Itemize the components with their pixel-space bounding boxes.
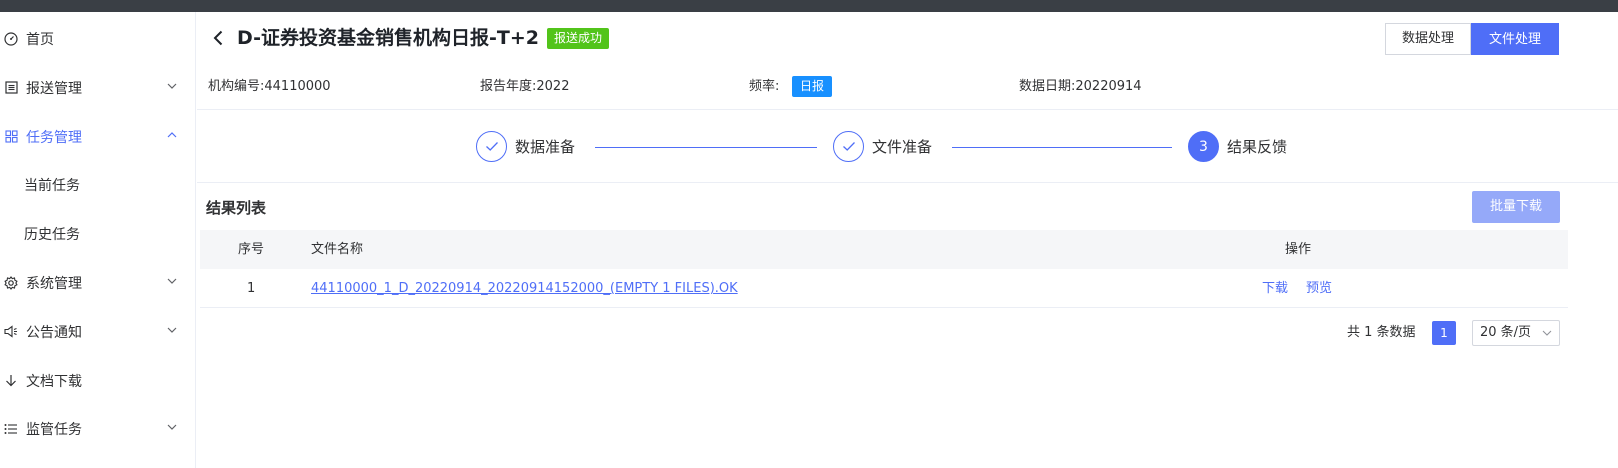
sidebar-item-report-management[interactable]: 报送管理 (0, 63, 196, 112)
chevron-up-icon (166, 129, 178, 141)
row-index: 1 (247, 281, 256, 296)
sidebar-item-current-tasks[interactable]: 当前任务 (0, 160, 196, 209)
preview-link[interactable]: 预览 (1306, 269, 1332, 308)
sidebar-item-label: 文档下载 (26, 373, 82, 390)
sidebar: 首页 报送管理 任务管理 当前任务 历史任务 系统管理 公告通知 文档下载 监管… (0, 12, 196, 468)
speaker-icon (2, 323, 20, 341)
report-year: 报告年度:2022 (480, 78, 569, 96)
step-3-number: 3 (1188, 131, 1219, 162)
sidebar-item-document-download[interactable]: 文档下载 (0, 356, 196, 405)
chevron-down-icon (1542, 328, 1552, 338)
download-arrow-icon (2, 372, 20, 390)
data-processing-button[interactable]: 数据处理 (1385, 23, 1471, 55)
table-header: 序号 文件名称 操作 (200, 230, 1568, 269)
step-1-check-icon (476, 131, 507, 162)
sidebar-item-regulatory-tasks[interactable]: 监管任务 (0, 404, 196, 453)
page-header: D-证券投资基金销售机构日报-T+2 报送成功 数据处理 文件处理 (197, 12, 1618, 64)
step-connector (595, 147, 817, 148)
file-name-link[interactable]: 44110000_1_D_20220914_20220914152000_(EM… (311, 269, 738, 308)
sidebar-item-label: 任务管理 (26, 129, 82, 146)
back-arrow-icon[interactable] (210, 28, 226, 48)
list-icon (2, 420, 20, 438)
step-1-label: 数据准备 (515, 138, 576, 156)
status-badge: 报送成功 (547, 28, 610, 49)
dashboard-icon (2, 30, 20, 48)
sidebar-item-home[interactable]: 首页 (0, 14, 196, 63)
sidebar-item-history-tasks[interactable]: 历史任务 (0, 209, 196, 258)
sidebar-item-label: 首页 (26, 31, 54, 48)
report-info: 机构编号:44110000 报告年度:2022 频率: 日报 数据日期:2022… (197, 64, 1618, 110)
chevron-down-icon (166, 421, 178, 433)
sidebar-item-label: 当前任务 (24, 177, 80, 194)
grid-icon (2, 128, 20, 146)
sidebar-item-task-management[interactable]: 任务管理 (0, 112, 196, 161)
sidebar-item-label: 系统管理 (26, 275, 82, 292)
report-year-value: 2022 (536, 79, 570, 94)
sidebar-item-label: 报送管理 (26, 80, 82, 97)
column-header-file-name: 文件名称 (311, 242, 364, 257)
data-date: 数据日期:20220914 (1019, 78, 1142, 96)
column-header-index: 序号 (238, 242, 265, 257)
download-link[interactable]: 下载 (1262, 269, 1288, 308)
file-processing-button[interactable]: 文件处理 (1471, 23, 1559, 55)
page-size-select[interactable]: 20 条/页 (1472, 320, 1560, 346)
org-code: 机构编号:44110000 (208, 78, 331, 96)
table-row: 1 44110000_1_D_20220914_20220914152000_(… (200, 269, 1568, 308)
result-list-title: 结果列表 (206, 199, 267, 217)
report-year-label: 报告年度: (480, 79, 537, 94)
result-table: 序号 文件名称 操作 1 44110000_1_D_20220914_20220… (200, 230, 1568, 308)
frequency-tag: 日报 (792, 76, 833, 97)
sidebar-item-label: 公告通知 (26, 324, 82, 341)
sidebar-item-system-management[interactable]: 系统管理 (0, 258, 196, 307)
report-icon (2, 79, 20, 97)
step-3-label: 结果反馈 (1227, 138, 1288, 156)
sidebar-item-announcements[interactable]: 公告通知 (0, 307, 196, 356)
gear-icon (2, 274, 20, 292)
step-2-check-icon (833, 131, 864, 162)
chevron-down-icon (166, 80, 178, 92)
org-code-label: 机构编号: (208, 79, 265, 94)
step-2-label: 文件准备 (872, 138, 933, 156)
column-header-actions: 操作 (1285, 242, 1312, 257)
top-bar (0, 0, 1618, 12)
step-connector (952, 147, 1172, 148)
pagination-page-1[interactable]: 1 (1432, 321, 1456, 345)
sidebar-item-label: 历史任务 (24, 226, 80, 243)
batch-download-button[interactable]: 批量下载 (1472, 191, 1560, 223)
chevron-down-icon (166, 275, 178, 287)
main-content: D-证券投资基金销售机构日报-T+2 报送成功 数据处理 文件处理 机构编号:4… (197, 12, 1618, 468)
progress-steps: 数据准备 文件准备 3 结果反馈 (197, 111, 1618, 183)
org-code-value: 44110000 (264, 79, 331, 94)
data-date-value: 20220914 (1075, 79, 1142, 94)
chevron-down-icon (166, 324, 178, 336)
page-size-value: 20 条/页 (1480, 325, 1532, 340)
frequency-label: 频率: (749, 79, 780, 94)
sidebar-item-label: 监管任务 (26, 421, 82, 438)
data-date-label: 数据日期: (1019, 79, 1076, 94)
pagination-total: 共 1 条数据 (1347, 325, 1416, 340)
page-title: D-证券投资基金销售机构日报-T+2 (237, 27, 539, 49)
